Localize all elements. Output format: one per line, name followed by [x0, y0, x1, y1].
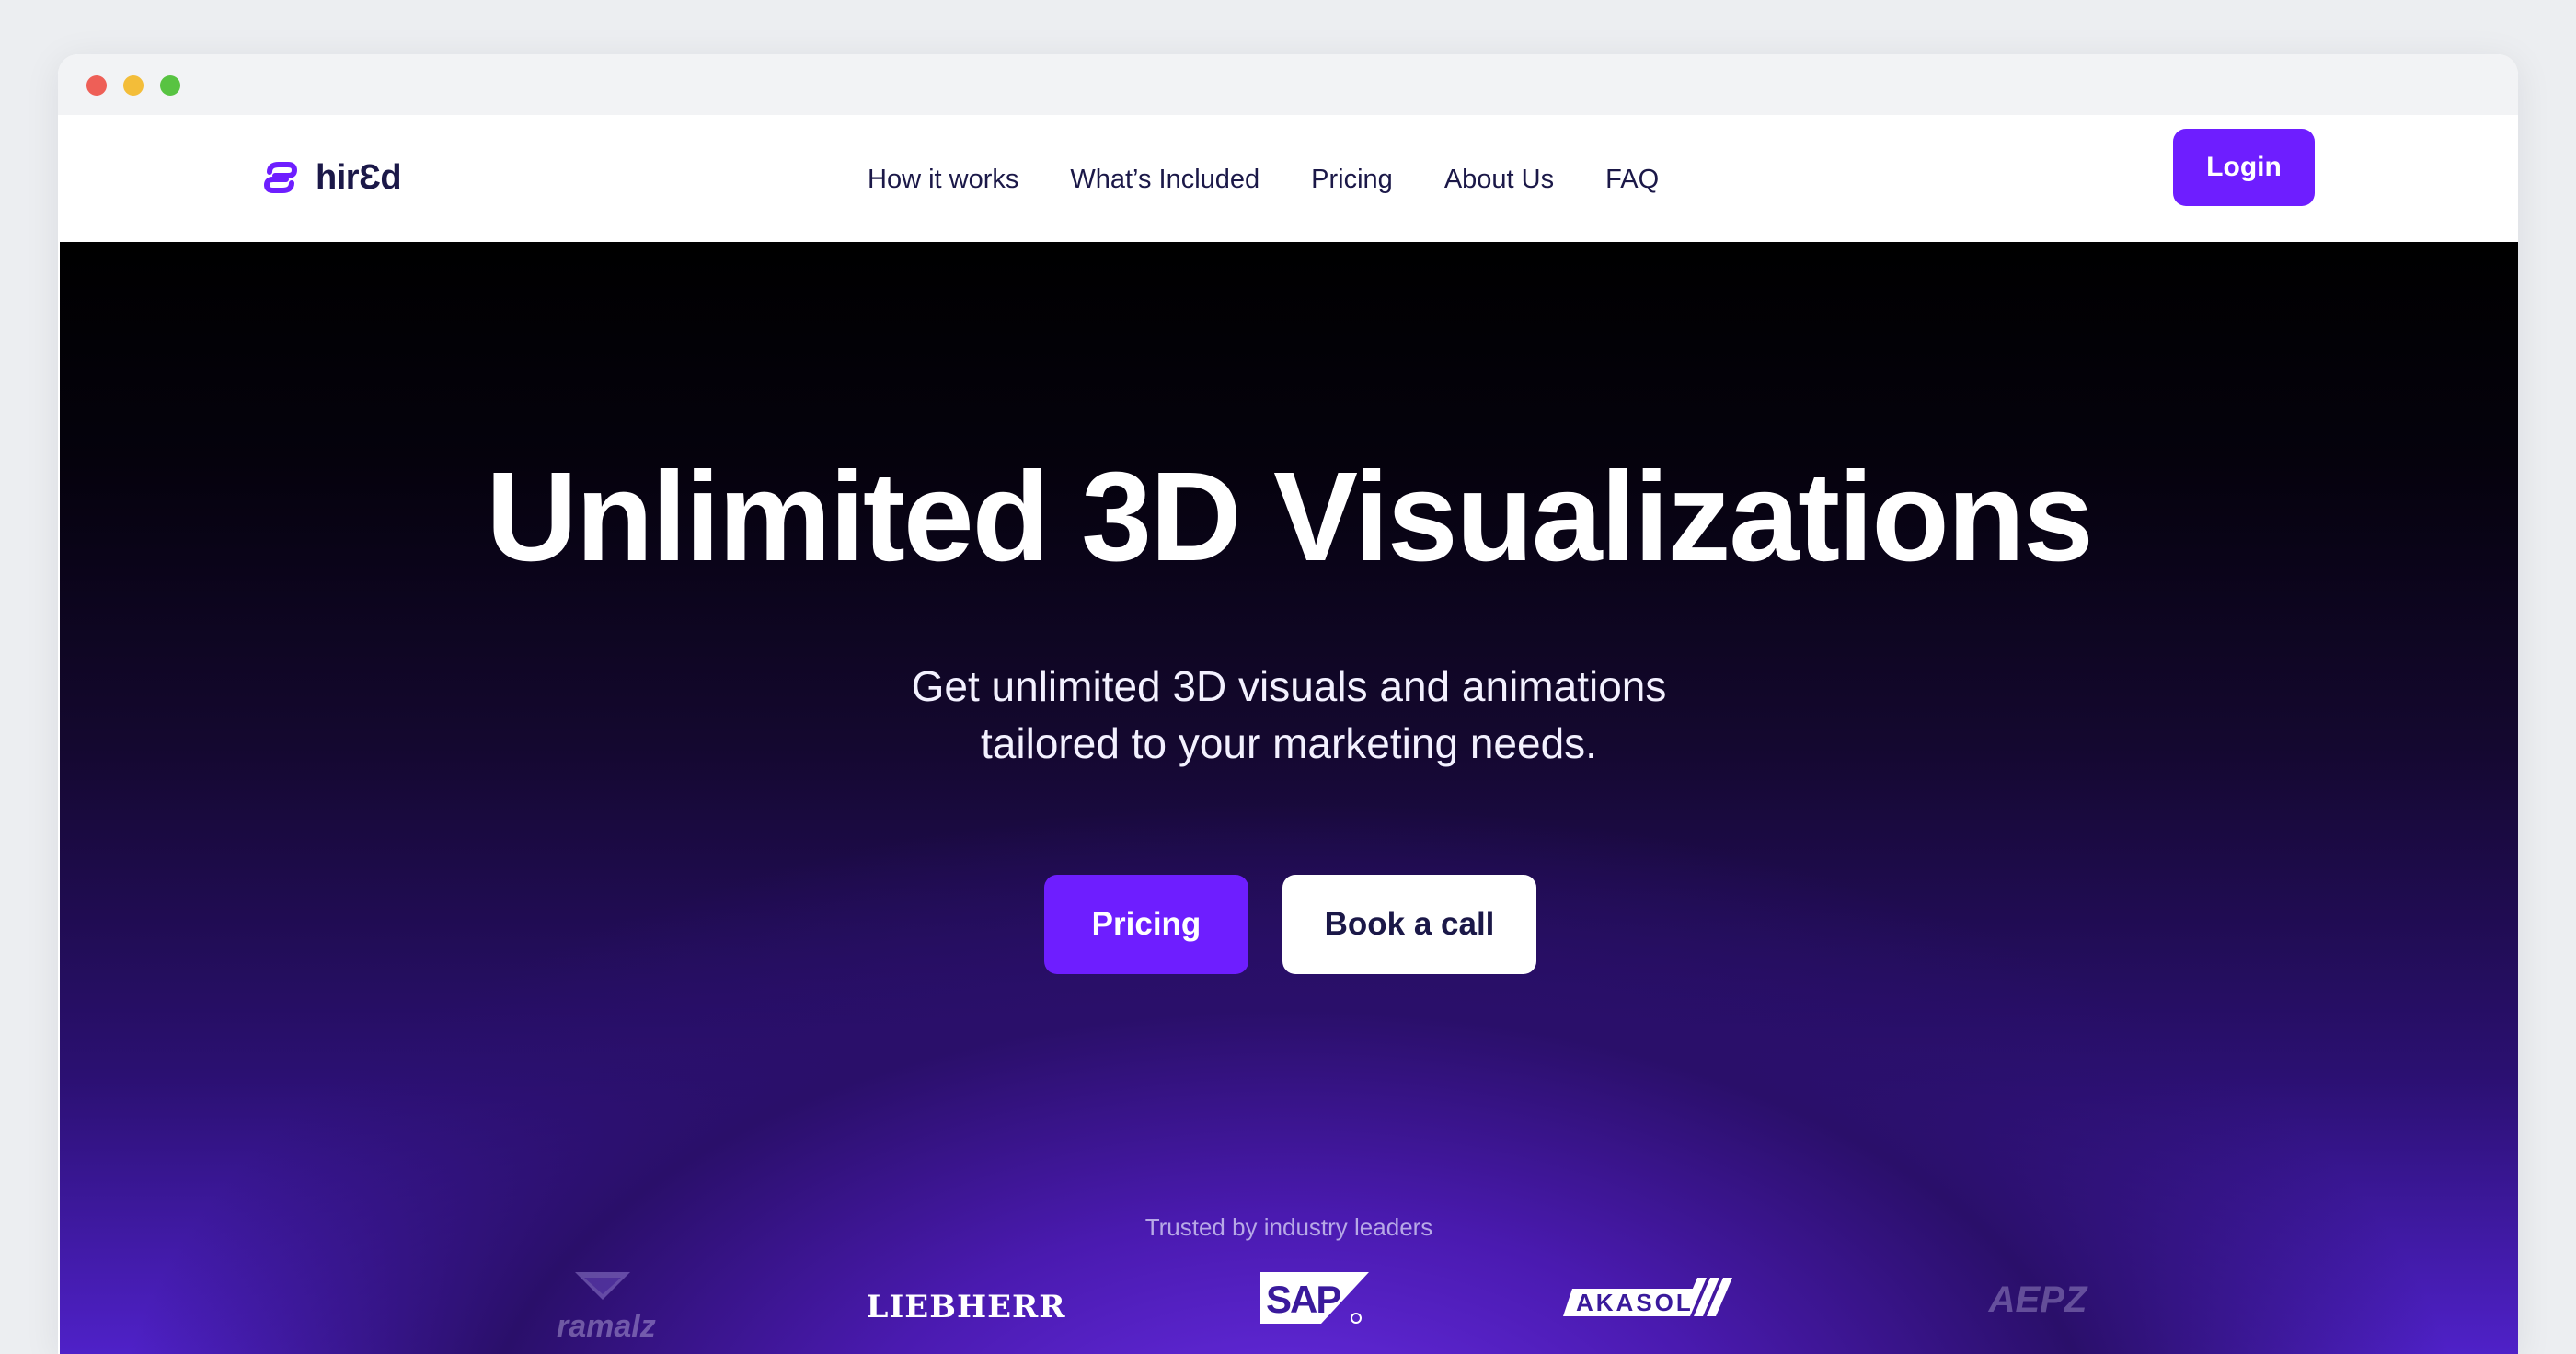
login-button[interactable]: Login [2173, 129, 2315, 206]
window-titlebar [58, 54, 2518, 115]
akasol-mark: AKASOL [1563, 1278, 1732, 1316]
close-window-button[interactable] [86, 75, 107, 96]
hero-subtitle-line-2: tailored to your marketing needs. [981, 719, 1597, 767]
minimize-window-button[interactable] [123, 75, 144, 96]
weyermann-mark: ramalz [557, 1272, 656, 1342]
hero-subtitle-line-1: Get unlimited 3D visuals and animations [911, 662, 1667, 710]
nav-link-faq[interactable]: FAQ [1605, 165, 1659, 195]
aepz-wordmark: AEPZ [1988, 1279, 2087, 1320]
pricing-button[interactable]: Pricing [1044, 875, 1248, 974]
sap-wordmark: SAP [1266, 1278, 1340, 1321]
nav-link-about-us[interactable]: About Us [1444, 165, 1554, 195]
hero-subtitle: Get unlimited 3D visuals and animations … [60, 658, 2518, 772]
weyermann-wordmark: ramalz [557, 1309, 656, 1342]
book-a-call-button[interactable]: Book a call [1282, 875, 1536, 974]
browser-window: hirƐd How it works What’s Included Prici… [58, 54, 2518, 1354]
nav-link-how-it-works[interactable]: How it works [868, 165, 1018, 195]
trusted-by-label: Trusted by industry leaders [1144, 1213, 1433, 1241]
site-navbar: hirƐd How it works What’s Included Prici… [58, 115, 2518, 242]
site-logo[interactable]: hirƐd [260, 152, 402, 203]
liebherr-wordmark: LIEBHERR [866, 1289, 1066, 1325]
nav-link-whats-included[interactable]: What’s Included [1070, 165, 1259, 195]
akasol-wordmark: AKASOL [1576, 1289, 1694, 1316]
akasol-logo: AKASOL [1559, 1272, 1743, 1324]
nav-link-pricing[interactable]: Pricing [1311, 165, 1393, 195]
aepz-logo: AEPZ [1946, 1272, 2130, 1327]
sap-logo: SAP [1260, 1268, 1380, 1327]
logo-text: hirƐd [316, 157, 402, 197]
logo-icon [263, 162, 298, 193]
brand-logos-row: ramalz LIEBHERR SAP AKASOL AEPZ [60, 1268, 2518, 1351]
weyermann-logo: ramalz [520, 1268, 685, 1342]
maximize-window-button[interactable] [160, 75, 180, 96]
hero-title: Unlimited 3D Visualizations [486, 446, 2094, 588]
sap-mark: SAP [1260, 1272, 1369, 1324]
liebherr-logo: LIEBHERR [851, 1289, 1081, 1325]
hero-section: Unlimited 3D Visualizations Get unlimite… [60, 242, 2518, 1354]
nav-links: How it works What’s Included Pricing Abo… [868, 154, 1659, 205]
